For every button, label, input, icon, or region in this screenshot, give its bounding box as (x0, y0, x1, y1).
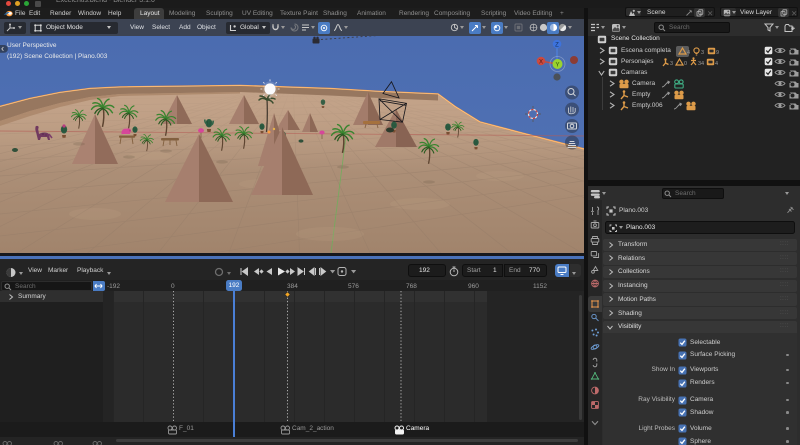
svg-text:Z: Z (555, 42, 559, 48)
svg-text:X: X (539, 59, 543, 65)
svg-text:(192) Scene Collection | Plano: (192) Scene Collection | Plano.003 (7, 53, 108, 60)
svg-text:User Perspective: User Perspective (7, 42, 57, 49)
svg-text:Y: Y (555, 63, 559, 69)
